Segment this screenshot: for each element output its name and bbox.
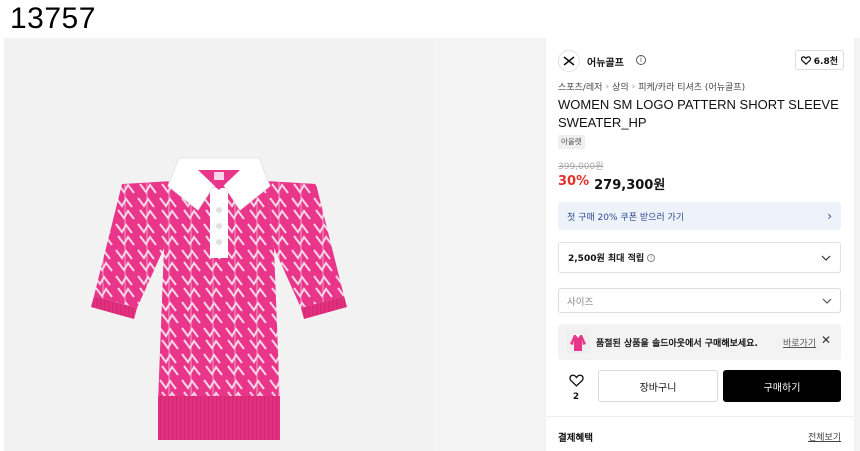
size-placeholder: 사이즈 (567, 296, 594, 308)
size-select[interactable]: 사이즈 (558, 288, 841, 313)
close-icon[interactable]: ✕ (821, 333, 831, 347)
coupon-text: 첫 구매 20% 쿠폰 받으러 가기 (567, 212, 685, 223)
brand-row: 어뉴골프 i 6.8천 (558, 50, 844, 72)
divider (546, 416, 854, 417)
coupon-banner[interactable]: 첫 구매 20% 쿠폰 받으러 가기 › (558, 202, 841, 230)
add-to-cart-button[interactable]: 장바구니 (598, 370, 718, 402)
wish-count: 2 (572, 392, 580, 402)
product-info-panel: 어뉴골프 i 6.8천 스포츠/레저 › 상의 › 피케/카라 티셔츠 (어뉴골… (546, 38, 854, 451)
chevron-down-icon (821, 255, 831, 261)
payment-benefits-title: 결제혜택 (558, 433, 593, 444)
heart-icon (800, 55, 811, 65)
heart-icon (568, 374, 584, 387)
buy-button[interactable]: 구매하기 (723, 370, 841, 402)
chevron-right-icon: › (631, 81, 636, 92)
breadcrumb: 스포츠/레저 › 상의 › 피케/카라 티셔츠 (어뉴골프) (558, 80, 745, 94)
chevron-down-icon (822, 298, 832, 304)
sweater-illustration (91, 157, 347, 440)
chevron-right-icon: › (605, 81, 610, 92)
price-row: 30% 279,300원 (558, 174, 665, 193)
outlet-badge: 아울렛 (558, 135, 585, 149)
like-button[interactable]: 6.8천 (794, 50, 844, 70)
soldout-link[interactable]: 바로가기 (783, 336, 816, 349)
original-price: 399,000원 (558, 162, 604, 172)
brand-logo-icon[interactable] (558, 50, 580, 72)
page-number: 13757 (10, 2, 96, 35)
product-title: WOMEN SM LOGO PATTERN SHORT SLEEVE SWEAT… (558, 97, 839, 130)
breadcrumb-item[interactable]: 상의 (612, 80, 629, 93)
points-dropdown[interactable]: 2,500원 최대 적립 i (558, 242, 841, 273)
product-thumbnail (566, 330, 590, 354)
soldout-notice: 품절된 상품을 솔드아웃에서 구매해보세요. 바로가기 ✕ (558, 324, 841, 360)
wishlist-button[interactable]: 2 (568, 372, 584, 402)
soldout-text: 품절된 상품을 솔드아웃에서 구매해보세요. (596, 339, 758, 349)
product-image[interactable] (4, 38, 434, 451)
breadcrumb-item[interactable]: 피케/카라 티셔츠 (어뉴골프) (638, 80, 745, 93)
info-icon[interactable]: i (636, 55, 646, 65)
brand-name[interactable]: 어뉴골프 (587, 54, 624, 69)
chevron-right-icon: › (827, 209, 832, 223)
like-count: 6.8천 (813, 56, 838, 67)
info-icon[interactable]: i (647, 253, 656, 262)
sale-price: 279,300원 (594, 178, 666, 193)
breadcrumb-item[interactable]: 스포츠/레저 (558, 80, 602, 93)
view-all-link[interactable]: 전체보기 (808, 430, 841, 443)
discount-rate: 30% (558, 174, 590, 189)
points-text: 2,500원 최대 적립 (568, 254, 645, 264)
